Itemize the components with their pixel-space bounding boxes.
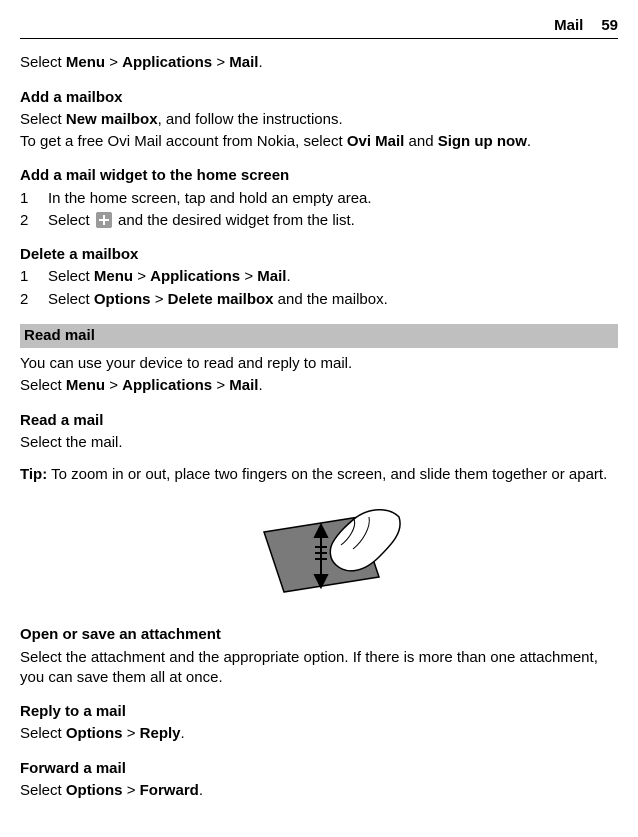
- page: Mail 59 Select Menu > Applications > Mai…: [0, 0, 638, 821]
- read-mail-path: Select Menu > Applications > Mail.: [20, 376, 618, 396]
- menu-label: Menu: [66, 54, 105, 71]
- add-widget-steps: 1 In the home screen, tap and hold an em…: [20, 189, 618, 232]
- mail-label: Mail: [229, 377, 258, 394]
- text: Select: [48, 291, 94, 308]
- header-page-number: 59: [601, 16, 618, 36]
- step-number: 1: [20, 267, 48, 287]
- ovi-mail-label: Ovi Mail: [347, 133, 405, 150]
- step-row: 2 Select Options > Delete mailbox and th…: [20, 290, 618, 310]
- options-label: Options: [66, 725, 123, 742]
- add-widget-plus-icon: [96, 212, 112, 228]
- text: Select: [20, 54, 66, 71]
- add-mailbox-line1: Select New mailbox, and follow the instr…: [20, 110, 618, 130]
- text: .: [258, 54, 262, 71]
- new-mailbox-label: New mailbox: [66, 111, 158, 128]
- text: >: [123, 782, 140, 799]
- applications-label: Applications: [150, 268, 240, 285]
- delete-mailbox-heading: Delete a mailbox: [20, 245, 618, 265]
- forward-label: Forward: [140, 782, 199, 799]
- text: Select: [48, 212, 94, 229]
- menu-label: Menu: [66, 377, 105, 394]
- delete-mailbox-label: Delete mailbox: [168, 291, 274, 308]
- tip-paragraph: Tip: To zoom in or out, place two finger…: [20, 465, 618, 485]
- read-a-mail-heading: Read a mail: [20, 411, 618, 431]
- attachment-heading: Open or save an attachment: [20, 625, 618, 645]
- step-body: Select Menu > Applications > Mail.: [48, 267, 618, 287]
- step-number: 2: [20, 290, 48, 310]
- text: Select: [20, 782, 66, 799]
- text: >: [123, 725, 140, 742]
- read-mail-intro: You can use your device to read and repl…: [20, 354, 618, 374]
- read-mail-section-bar: Read mail: [20, 324, 618, 348]
- text: Select: [48, 268, 94, 285]
- step-body: Select and the desired widget from the l…: [48, 211, 618, 231]
- reply-heading: Reply to a mail: [20, 702, 618, 722]
- text: >: [212, 54, 229, 71]
- step-number: 1: [20, 189, 48, 209]
- sign-up-now-label: Sign up now: [438, 133, 527, 150]
- text: and the desired widget from the list.: [114, 212, 355, 229]
- menu-label: Menu: [94, 268, 133, 285]
- attachment-body: Select the attachment and the appropriat…: [20, 648, 618, 689]
- add-widget-heading: Add a mail widget to the home screen: [20, 166, 618, 186]
- reply-label: Reply: [140, 725, 181, 742]
- step-body: Select Options > Delete mailbox and the …: [48, 290, 618, 310]
- pinch-zoom-illustration: [20, 497, 618, 607]
- text: >: [240, 268, 257, 285]
- step-row: 2 Select and the desired widget from the…: [20, 211, 618, 231]
- text: .: [286, 268, 290, 285]
- step-number: 2: [20, 211, 48, 231]
- reply-body: Select Options > Reply.: [20, 724, 618, 744]
- text: Select: [20, 111, 66, 128]
- text: >: [133, 268, 150, 285]
- tip-body: To zoom in or out, place two fingers on …: [47, 466, 607, 483]
- text: To get a free Ovi Mail account from Noki…: [20, 133, 347, 150]
- forward-body: Select Options > Forward.: [20, 781, 618, 801]
- text: >: [212, 377, 229, 394]
- text: , and follow the instructions.: [158, 111, 343, 128]
- text: and the mailbox.: [274, 291, 388, 308]
- text: .: [258, 377, 262, 394]
- intro-path: Select Menu > Applications > Mail.: [20, 53, 618, 73]
- options-label: Options: [94, 291, 151, 308]
- page-header: Mail 59: [20, 16, 618, 39]
- text: .: [527, 133, 531, 150]
- text: >: [151, 291, 168, 308]
- tip-label: Tip:: [20, 466, 47, 483]
- add-mailbox-heading: Add a mailbox: [20, 88, 618, 108]
- applications-label: Applications: [122, 377, 212, 394]
- text: >: [105, 377, 122, 394]
- text: >: [105, 54, 122, 71]
- mail-label: Mail: [229, 54, 258, 71]
- header-title: Mail: [554, 16, 583, 36]
- text: Select: [20, 725, 66, 742]
- text: Select: [20, 377, 66, 394]
- forward-heading: Forward a mail: [20, 759, 618, 779]
- text: .: [181, 725, 185, 742]
- step-row: 1 In the home screen, tap and hold an em…: [20, 189, 618, 209]
- add-mailbox-line2: To get a free Ovi Mail account from Noki…: [20, 132, 618, 152]
- step-row: 1 Select Menu > Applications > Mail.: [20, 267, 618, 287]
- text: and: [404, 133, 437, 150]
- delete-mailbox-steps: 1 Select Menu > Applications > Mail. 2 S…: [20, 267, 618, 310]
- text: .: [199, 782, 203, 799]
- read-a-mail-body: Select the mail.: [20, 433, 618, 453]
- options-label: Options: [66, 782, 123, 799]
- step-body: In the home screen, tap and hold an empt…: [48, 189, 618, 209]
- mail-label: Mail: [257, 268, 286, 285]
- applications-label: Applications: [122, 54, 212, 71]
